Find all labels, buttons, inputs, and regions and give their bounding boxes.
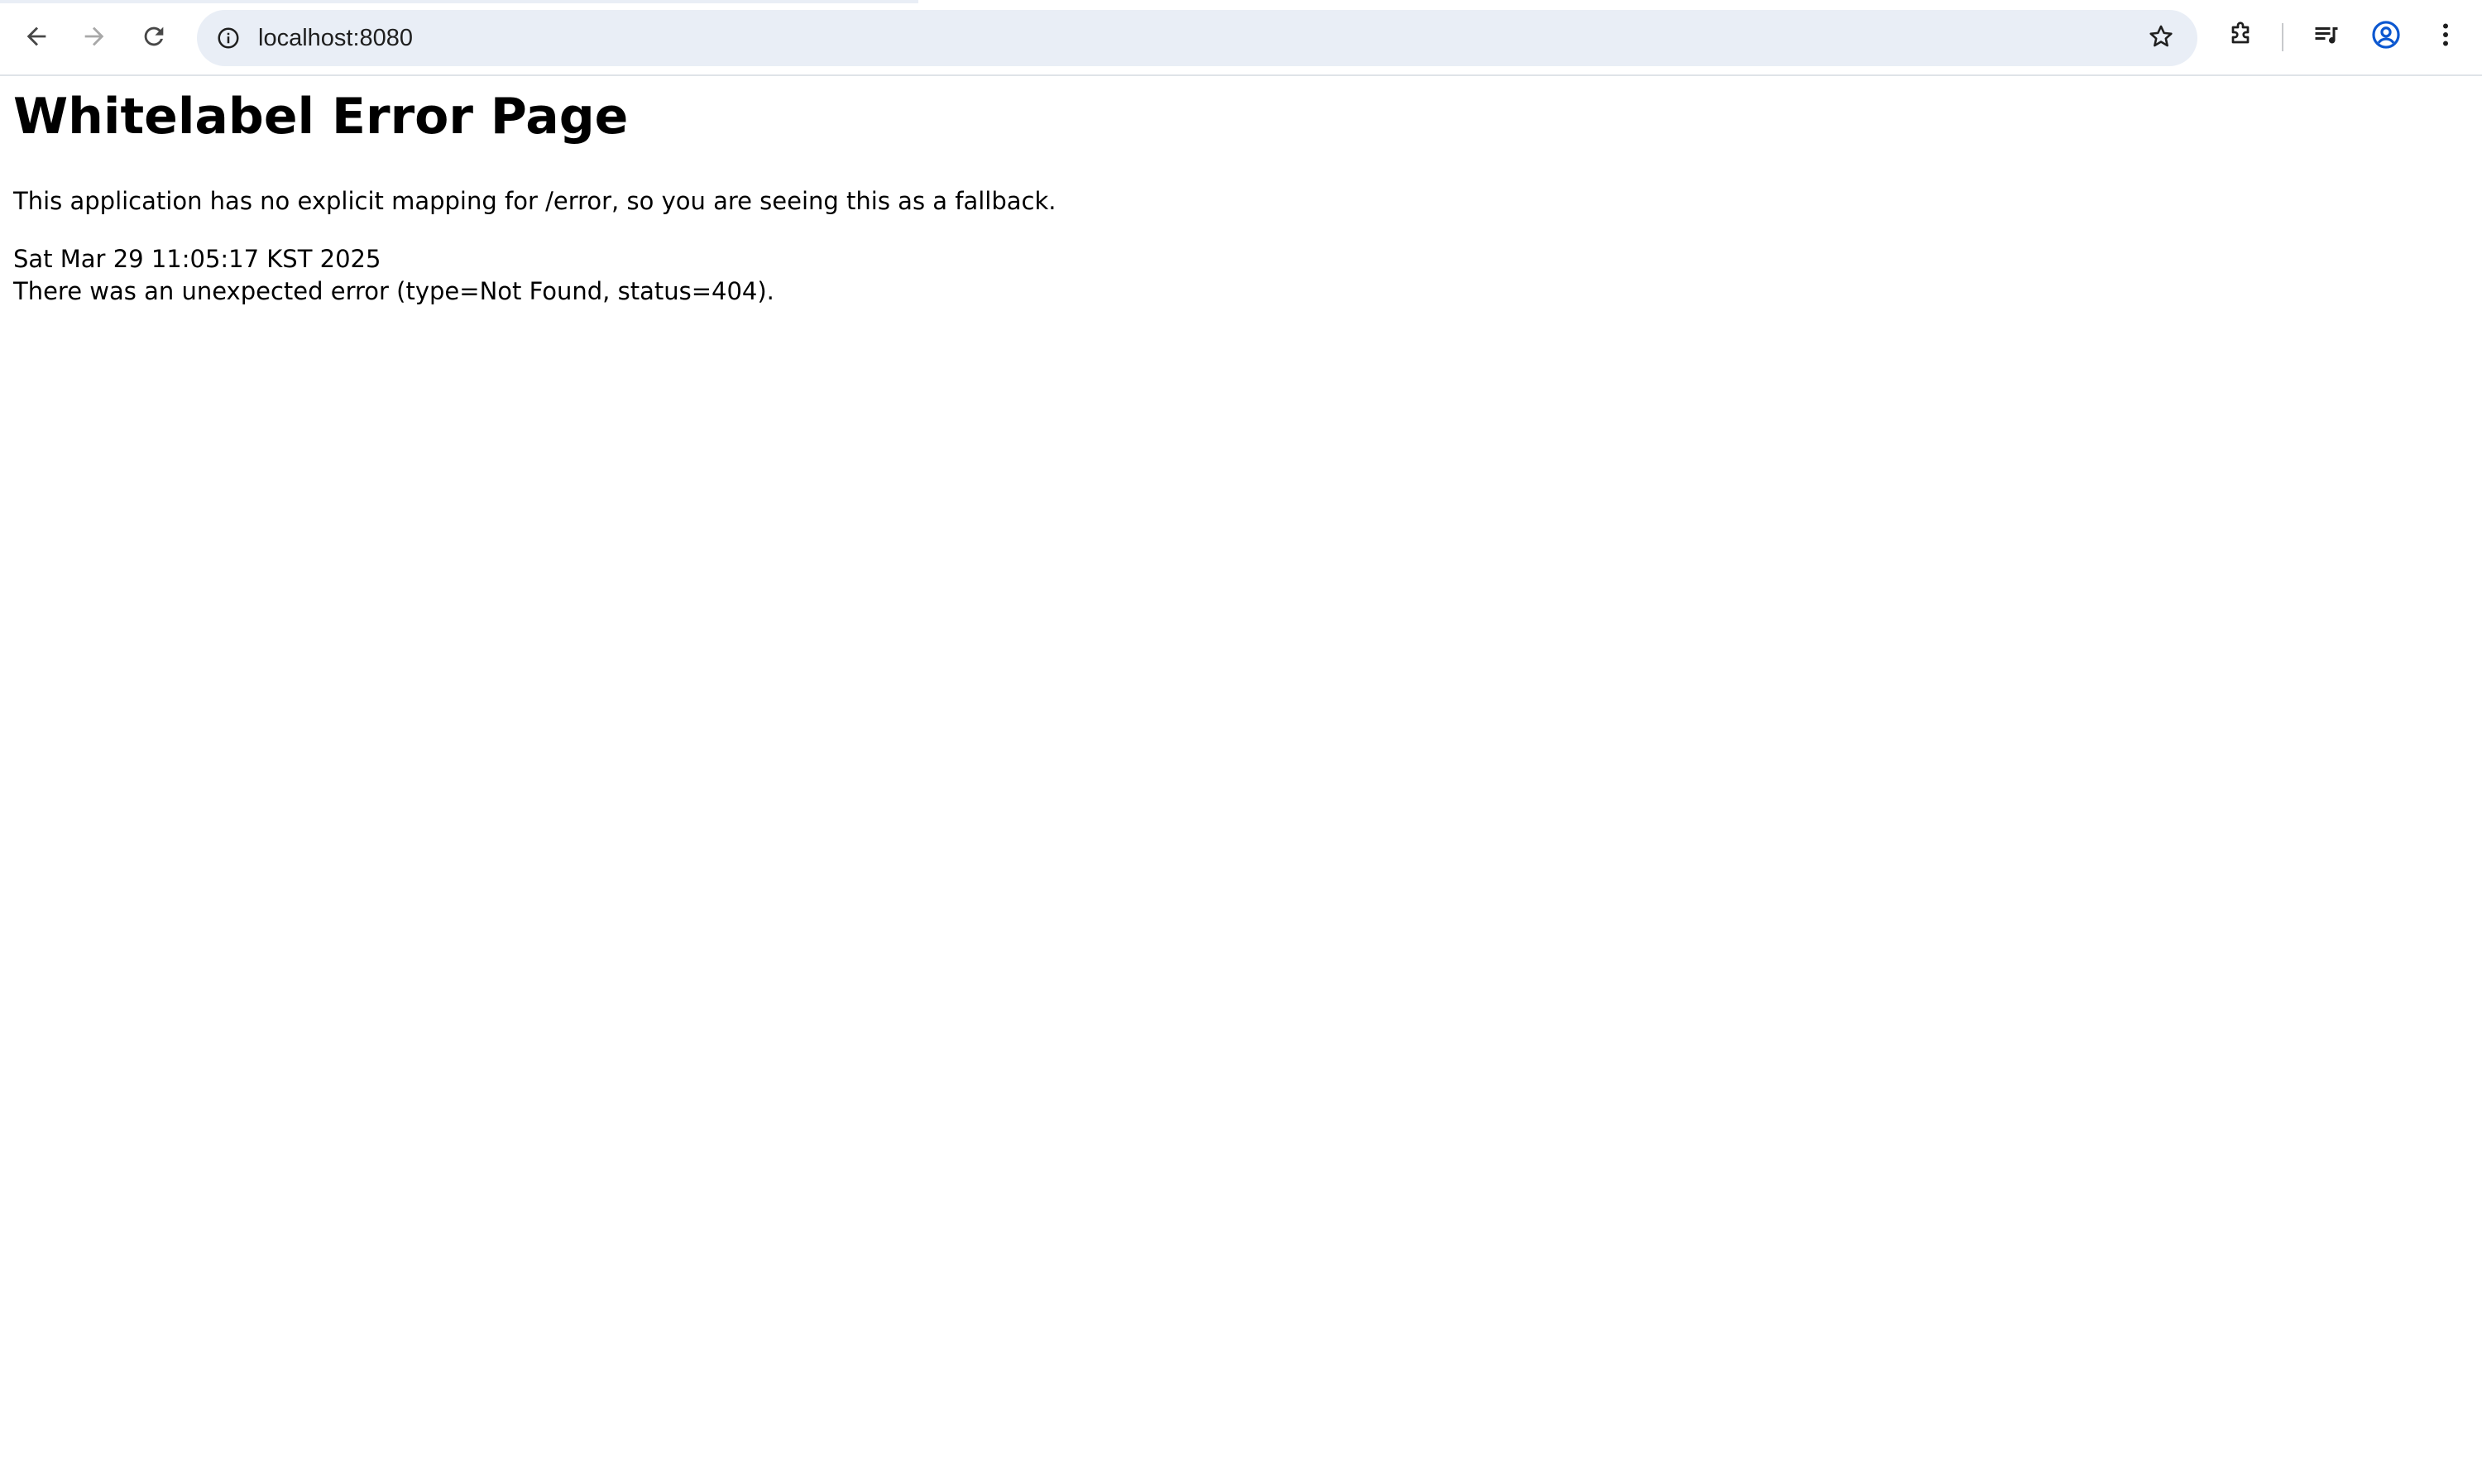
toolbar-divider xyxy=(2282,23,2283,51)
error-description: This application has no explicit mapping… xyxy=(13,187,1057,215)
address-bar[interactable]: localhost:8080 xyxy=(197,10,2197,66)
extensions-button[interactable] xyxy=(2217,13,2264,60)
back-button[interactable] xyxy=(13,13,60,60)
account-circle-icon xyxy=(2370,19,2402,55)
tab-strip-edge xyxy=(0,0,918,3)
arrow-left-icon xyxy=(22,22,50,50)
reload-button[interactable] xyxy=(131,13,177,60)
kebab-menu-icon xyxy=(2431,20,2460,54)
media-queue-icon xyxy=(2312,20,2341,54)
reload-icon xyxy=(140,22,168,50)
info-icon[interactable] xyxy=(212,22,245,55)
media-controls-button[interactable] xyxy=(2303,13,2350,60)
forward-button[interactable] xyxy=(71,13,117,60)
bookmark-star-button[interactable] xyxy=(2143,20,2179,56)
url-text[interactable]: localhost:8080 xyxy=(258,10,413,66)
puzzle-icon xyxy=(2226,20,2255,54)
browser-menu-button[interactable] xyxy=(2422,13,2469,60)
arrow-right-icon xyxy=(80,22,108,50)
error-message: There was an unexpected error (type=Not … xyxy=(13,277,774,305)
error-timestamp: Sat Mar 29 11:05:17 KST 2025 xyxy=(13,245,381,273)
star-icon xyxy=(2147,22,2175,55)
page-title: Whitelabel Error Page xyxy=(13,88,629,146)
browser-toolbar: localhost:8080 xyxy=(0,0,2482,76)
profile-button[interactable] xyxy=(2363,13,2409,60)
